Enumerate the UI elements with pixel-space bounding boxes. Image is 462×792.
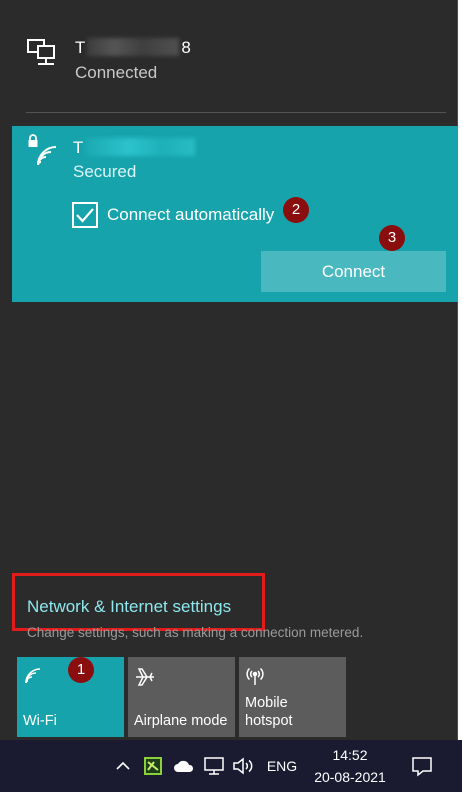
ethernet-network-name: T8 (75, 38, 191, 57)
annotation-badge-2: 2 (283, 197, 309, 223)
annotation-badge-3: 3 (379, 225, 405, 251)
app-tray-icon[interactable] (142, 740, 164, 792)
onedrive-cloud-icon[interactable] (172, 740, 196, 792)
show-hidden-icons-chevron-icon[interactable] (113, 740, 133, 792)
airplane-icon (134, 667, 156, 692)
redacted-text (85, 138, 196, 156)
connect-automatically-label[interactable]: Connect automatically (107, 205, 274, 225)
clock-date: 20-08-2021 (314, 769, 386, 785)
wifi-secured-icon (34, 144, 62, 173)
wifi-icon (23, 667, 43, 690)
ethernet-network-item[interactable]: T8 Connected (12, 14, 458, 104)
wifi-network-name: T (73, 138, 197, 158)
settings-description: Change settings, such as making a connec… (27, 625, 364, 640)
clock[interactable]: 14:52 20-08-2021 (306, 744, 394, 788)
clock-time: 14:52 (332, 747, 368, 763)
hotspot-icon (245, 667, 265, 692)
airplane-mode-tile-label: Airplane mode (134, 713, 228, 729)
window-edge (458, 0, 462, 740)
notification-icon[interactable] (408, 740, 436, 792)
network-internet-settings-link[interactable]: Network & Internet settings (27, 597, 231, 617)
connect-button[interactable]: Connect (261, 251, 446, 292)
mobile-hotspot-quick-action[interactable]: Mobile hotspot (239, 657, 346, 737)
redacted-text (87, 38, 180, 56)
airplane-mode-quick-action[interactable]: Airplane mode (128, 657, 235, 737)
wifi-tile-label: Wi-Fi (23, 713, 57, 729)
volume-icon[interactable] (231, 740, 255, 792)
checkmark-icon (76, 208, 94, 223)
divider (26, 112, 446, 113)
ethernet-status: Connected (75, 63, 158, 82)
wifi-network-status: Secured (73, 162, 137, 181)
wifi-network-item-expanded[interactable]: T Secured Connect automatically 2 3 Conn… (12, 126, 458, 302)
network-flyout: T8 Connected T Secured Connect automatic… (0, 0, 458, 740)
ethernet-icon (26, 38, 60, 68)
taskbar: ENG 14:52 20-08-2021 (0, 740, 462, 792)
connect-automatically-checkbox[interactable] (72, 202, 98, 228)
annotation-badge-1: 1 (68, 657, 94, 683)
mobile-hotspot-tile-label: Mobile hotspot (245, 695, 293, 729)
language-indicator[interactable]: ENG (263, 740, 301, 792)
network-tray-icon[interactable] (202, 740, 226, 792)
